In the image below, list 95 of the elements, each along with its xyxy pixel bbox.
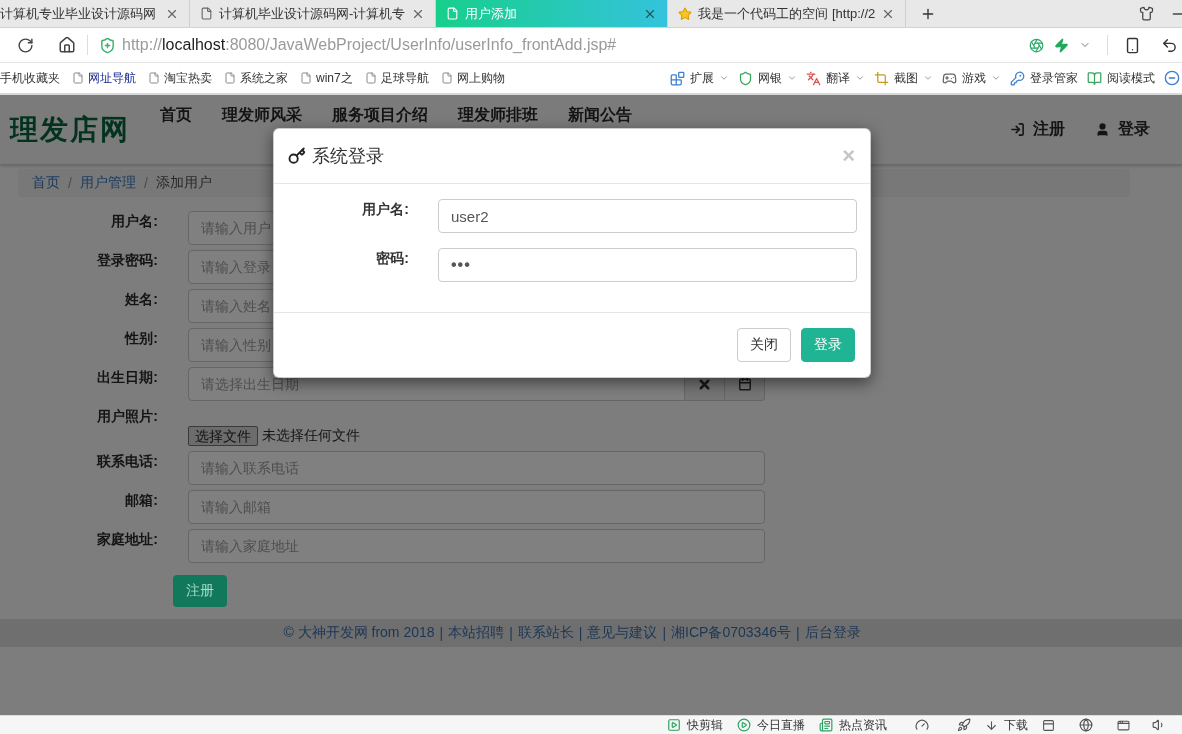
toolbar-item[interactable]: 登录管家 — [1010, 69, 1078, 87]
phone-icon[interactable] — [1124, 36, 1141, 54]
page-icon — [300, 72, 312, 84]
home-icon[interactable] — [58, 36, 76, 54]
window-icon[interactable] — [1117, 718, 1130, 732]
star-icon — [678, 6, 693, 21]
bookmark-link[interactable]: win7之 — [300, 69, 353, 87]
nav-link[interactable]: 新闻公告 — [568, 105, 632, 125]
nav-link[interactable]: 服务项目介绍 — [332, 105, 428, 125]
status-item[interactable]: 快剪辑 — [667, 716, 723, 734]
page-icon — [224, 72, 236, 84]
site-logo: 理发店网 — [10, 112, 130, 147]
footer-separator: | — [662, 625, 667, 641]
download-icon — [985, 718, 998, 732]
bookmark-link[interactable]: 网上购物 — [440, 69, 505, 87]
page-icon — [72, 72, 84, 84]
browser-tab[interactable]: 计算机专业毕业设计源码网 — [0, 0, 190, 27]
panel-icon[interactable] — [1042, 718, 1055, 732]
clear-icon — [697, 376, 712, 392]
file-status-text: 未选择任何文件 — [262, 427, 360, 445]
field-label: 姓名: — [125, 290, 158, 309]
nav-link[interactable]: 注册 — [1010, 119, 1065, 140]
bookmark-link[interactable]: 网址导航 — [72, 69, 136, 87]
nav-link[interactable]: 登录 — [1095, 119, 1150, 140]
toolbar-item[interactable]: 扩展 — [670, 69, 729, 87]
toolbar-item[interactable]: 截图 — [874, 69, 933, 87]
gauge-icon[interactable] — [915, 718, 929, 732]
page-icon — [148, 72, 160, 84]
current-page-text: 添加用户 — [155, 174, 212, 192]
footer-separator: | — [509, 625, 513, 641]
input-field[interactable]: user2 — [438, 199, 857, 233]
address-field[interactable]: http://localhost:8080/JavaWebProject/UserInfo/userInfo_frontAdd.jsp# — [122, 36, 617, 54]
field-label: 登录密码: — [97, 251, 158, 270]
reload-icon[interactable] — [17, 36, 34, 54]
field-label: 用户名: — [362, 200, 409, 219]
file-choose-button[interactable]: 选择文件 — [188, 426, 258, 446]
minus-circle-icon[interactable] — [1164, 70, 1180, 86]
page-icon — [200, 7, 213, 20]
status-item[interactable]: 下载 — [985, 716, 1028, 734]
page-icon — [446, 7, 460, 20]
password-field[interactable]: ••• — [438, 248, 857, 282]
bookmark-link[interactable]: 足球导航 — [364, 69, 429, 87]
shield-icon — [99, 36, 116, 54]
undo-icon[interactable] — [1161, 36, 1178, 54]
page-icon — [440, 72, 453, 84]
lightning-icon[interactable] — [1054, 37, 1069, 53]
nav-link[interactable]: 首页 — [160, 105, 192, 125]
bookmark-link[interactable]: 淘宝热卖 — [148, 69, 212, 87]
page-icon — [364, 72, 377, 84]
shield-icon — [738, 70, 753, 86]
sign-in-icon — [1010, 122, 1025, 137]
field-label: 联系电话: — [97, 452, 158, 471]
register-button[interactable]: 注册 — [173, 575, 227, 607]
gamepad-icon — [942, 70, 957, 86]
field-label: 出生日期: — [97, 368, 158, 387]
toolbar-item[interactable]: 网银 — [738, 69, 797, 87]
field-label: 密码: — [376, 249, 409, 268]
toolbar-item[interactable]: 翻译 — [806, 69, 865, 87]
status-item[interactable]: 热点资讯 — [819, 716, 887, 734]
toolbar-item[interactable]: 阅读模式 — [1087, 69, 1155, 87]
play-square-icon — [667, 718, 681, 732]
newspaper-icon — [819, 718, 833, 732]
bookmark-link[interactable]: 系统之家 — [224, 69, 288, 87]
field-label: 家庭地址: — [97, 530, 158, 549]
globe-icon[interactable] — [1079, 718, 1093, 732]
rocket-icon[interactable] — [957, 718, 971, 732]
status-item[interactable]: 今日直播 — [737, 716, 805, 734]
book-icon — [1087, 70, 1102, 86]
footer-separator: | — [439, 625, 444, 641]
breadcrumb-separator: / — [143, 175, 148, 191]
play-circle-icon — [737, 718, 751, 732]
dialog-title: 系统登录 — [312, 145, 384, 168]
footer-separator: | — [578, 625, 583, 641]
aperture-icon[interactable] — [1029, 37, 1044, 53]
footer-separator: | — [795, 625, 800, 641]
field-label: 用户照片: — [97, 407, 158, 426]
browser-tab[interactable]: 我是一个代码工的空间 [http://2 — [668, 0, 907, 27]
calendar-icon — [737, 377, 752, 391]
nav-link[interactable]: 理发师排班 — [458, 105, 538, 125]
crop-icon — [874, 70, 889, 86]
field-label: 性别: — [125, 329, 158, 348]
translate-icon — [806, 70, 821, 86]
field-label: 用户名: — [111, 212, 158, 231]
toolbar-item[interactable]: 游戏 — [942, 69, 1001, 87]
key-icon — [1010, 70, 1025, 86]
key-icon — [288, 147, 306, 165]
user-icon — [1095, 122, 1110, 137]
breadcrumb-separator: / — [68, 175, 72, 191]
copyright-text: © 大神开发网 from 2018 — [283, 624, 435, 642]
nav-link[interactable]: 理发师风采 — [222, 105, 302, 125]
bookmark-link[interactable]: 手机收藏夹 — [0, 69, 60, 87]
shirt-icon[interactable] — [1139, 6, 1154, 21]
field-label: 邮箱: — [125, 491, 158, 510]
blocks-icon — [670, 70, 685, 86]
close-dialog-button[interactable]: 关闭 — [737, 328, 791, 362]
